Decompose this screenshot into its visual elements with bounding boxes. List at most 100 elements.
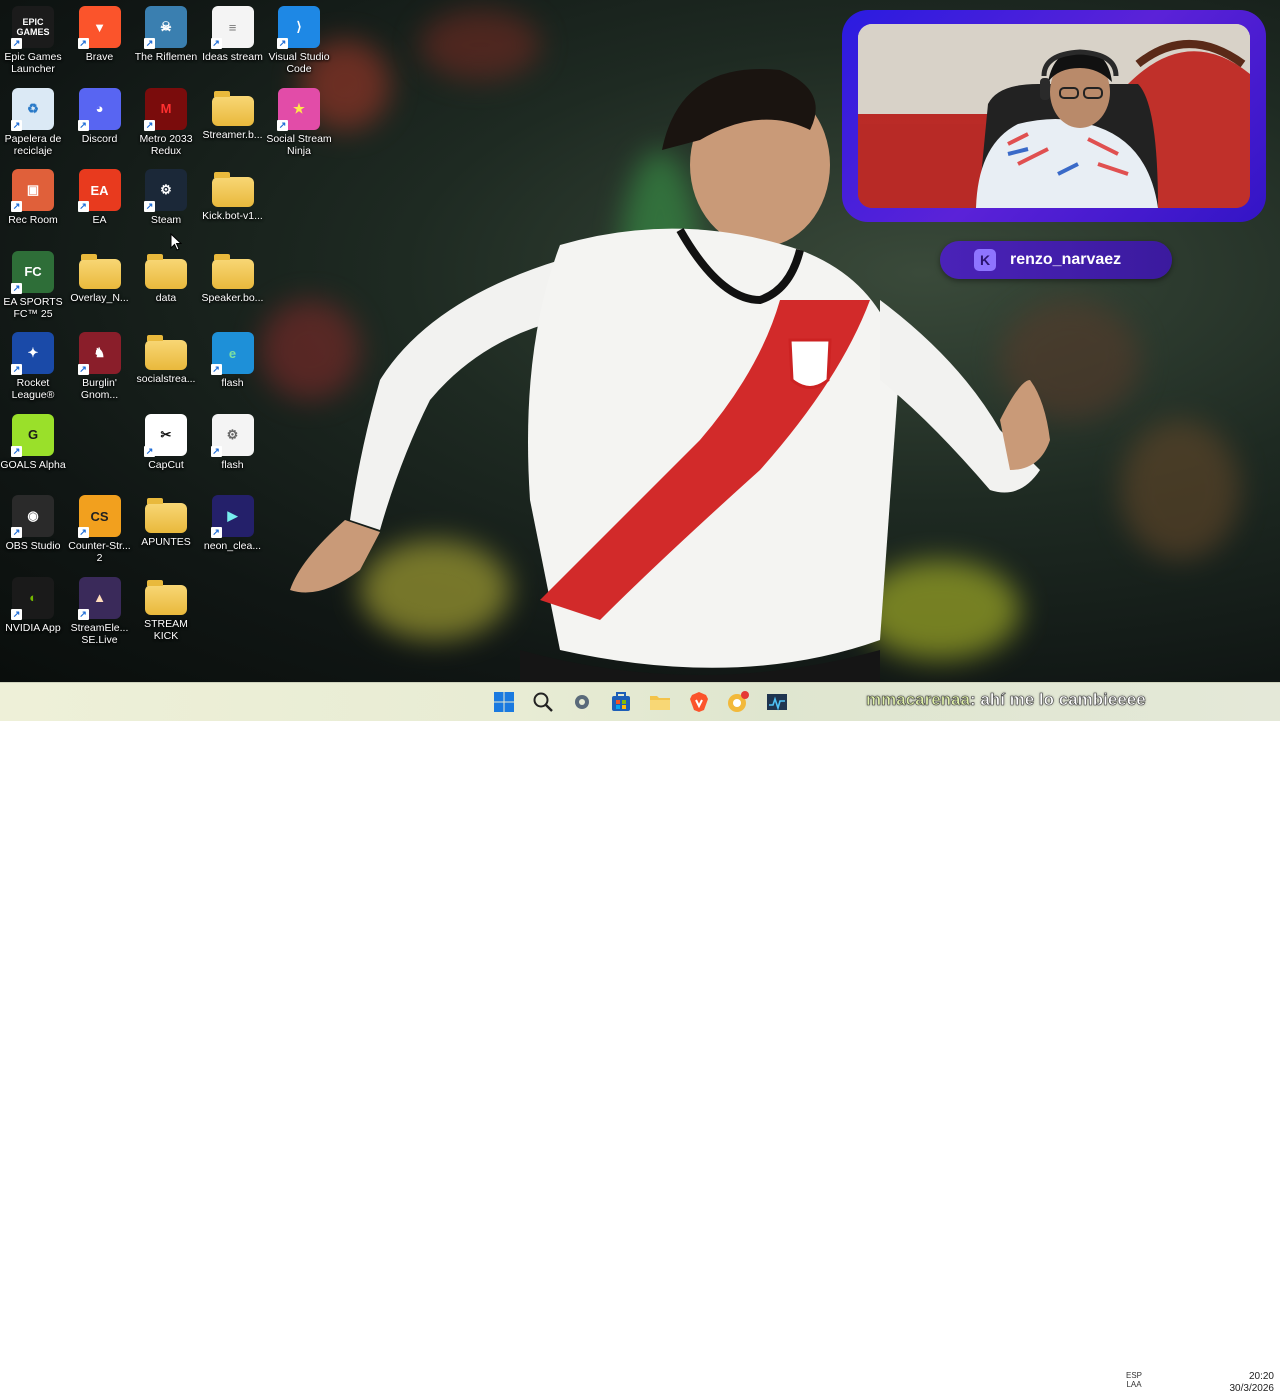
desktop-shortcut[interactable]: ✂ ↗ CapCut (133, 410, 199, 490)
shortcut-arrow-icon: ↗ (11, 527, 22, 538)
webcam-video (858, 24, 1250, 208)
kick-username-badge: K renzo_narvaez (940, 241, 1172, 279)
desktop-shortcut-label: Kick.bot-v1... (202, 210, 263, 222)
counter-strike-icon: CS ↗ (77, 495, 121, 538)
desktop-shortcut-label: Steam (150, 214, 182, 226)
shortcut-arrow-icon: ↗ (210, 38, 222, 49)
settings-icon[interactable] (570, 690, 594, 714)
webcam-frame (842, 10, 1266, 222)
ea-icon: EA ↗ (77, 169, 121, 212)
shortcut-arrow-icon: ↗ (210, 445, 222, 457)
desktop-shortcut[interactable]: ♞ ↗ Burglin' Gnom... (67, 328, 133, 408)
desktop-shortcut[interactable]: ⚙ ↗ Steam (133, 165, 199, 245)
shortcut-arrow-icon: ↗ (77, 364, 89, 375)
chrome-canary-icon[interactable] (726, 690, 750, 714)
desktop-shortcut[interactable]: CS ↗ Counter-Str... 2 (67, 491, 133, 571)
text-file-icon: ≡ ↗ (210, 6, 254, 49)
brave-icon: ▼ ↗ (77, 6, 121, 49)
shortcut-arrow-icon: ↗ (11, 608, 22, 620)
desktop-shortcut[interactable]: EA ↗ EA (67, 165, 133, 245)
desktop-shortcut[interactable]: Speaker.bo... (200, 247, 266, 327)
folder-icon (145, 253, 187, 289)
shortcut-arrow-icon: ↗ (210, 364, 222, 375)
shortcut-arrow-icon: ↗ (77, 608, 89, 620)
store-icon[interactable] (609, 690, 633, 714)
desktop-shortcut-label: Burglin' Gnom... (80, 377, 119, 401)
shortcut-arrow-icon: ↗ (11, 201, 22, 212)
desktop-shortcut[interactable]: M ↗ Metro 2033 Redux (133, 84, 199, 164)
desktop-shortcut[interactable]: ▶ ↗ neon_clea... (200, 491, 266, 571)
desktop-shortcut-label: Speaker.bo... (201, 291, 264, 304)
desktop-shortcut-label: Discord (81, 132, 118, 145)
desktop-shortcut-label: The Riflemen (134, 51, 198, 63)
desktop-shortcut-label: Visual Studio Code (268, 51, 330, 75)
desktop-shortcut[interactable]: ⚙ ↗ flash (200, 410, 266, 490)
desktop-shortcut-label: Overlay_N... (70, 291, 129, 304)
search-icon[interactable] (531, 690, 555, 714)
taskbar-clock[interactable]: 20:20 30/3/2026 (1208, 1371, 1275, 1395)
clock-time: 20:20 (1248, 1371, 1274, 1382)
ea-fc-icon: FC ↗ (11, 250, 54, 294)
desktop-shortcut-label: EA SPORTS FC™ 25 (3, 295, 63, 320)
desktop-shortcut[interactable]: ▣ ↗ Rec Room (0, 165, 66, 245)
language-indicator[interactable]: ESP LAA (1126, 1371, 1142, 1389)
desktop-shortcut[interactable]: APUNTES (133, 491, 199, 571)
metro-icon: M ↗ (144, 87, 187, 131)
discord-icon: ◕ ↗ (77, 87, 121, 131)
desktop-shortcut[interactable]: ◉ ↗ OBS Studio (0, 491, 66, 571)
desktop-shortcut[interactable]: Kick.bot-v1... (200, 165, 266, 245)
desktop-shortcut[interactable]: Streamer.b... (200, 84, 266, 164)
burglin-gnomes-icon: ♞ ↗ (77, 332, 121, 375)
desktop-shortcut[interactable]: socialstrea... (133, 328, 199, 408)
folder-icon (145, 498, 187, 533)
desktop-shortcut-label: socialstrea... (136, 373, 196, 385)
shortcut-arrow-icon: ↗ (77, 119, 89, 131)
desktop-shortcut-label: data (155, 291, 177, 304)
shortcut-arrow-icon: ↗ (144, 201, 155, 212)
shortcut-arrow-icon: ↗ (277, 119, 288, 131)
desktop-shortcut-label: flash (221, 377, 244, 389)
file-explorer-icon[interactable] (648, 690, 672, 714)
keyboard-layout: LAA (1126, 1380, 1142, 1389)
windows-start-icon[interactable] (492, 690, 516, 714)
task-manager-icon[interactable] (765, 690, 789, 714)
goals-icon: G ↗ (11, 413, 54, 457)
desktop-shortcut-label: Counter-Str... 2 (68, 540, 131, 564)
streamer-figure (858, 24, 1250, 208)
desktop-shortcut[interactable]: ◐ ↗ NVIDIA App (0, 573, 66, 653)
desktop-shortcut-label: Metro 2033 Redux (139, 132, 193, 157)
desktop-shortcut-label: Streamer.b... (202, 128, 263, 141)
desktop-shortcut[interactable]: ≡ ↗ Ideas stream (200, 2, 266, 82)
desktop-shortcut[interactable]: e ↗ flash (200, 328, 266, 408)
desktop-shortcut[interactable]: G ↗ GOALS Alpha (0, 410, 66, 490)
folder-icon (78, 253, 121, 289)
language-code: ESP (1126, 1371, 1143, 1380)
desktop-shortcut[interactable]: data (133, 247, 199, 327)
desktop-shortcut[interactable]: ◕ ↗ Discord (67, 84, 133, 164)
shortcut-arrow-icon: ↗ (11, 445, 22, 457)
video-file-icon: ▶ ↗ (210, 495, 254, 538)
desktop-shortcut[interactable]: ▲ ↗ StreamEle... SE.Live (67, 573, 133, 653)
brave-icon[interactable] (687, 690, 711, 714)
folder-icon (211, 172, 254, 207)
desktop-shortcut[interactable]: ⟩ ↗ Visual Studio Code (266, 2, 332, 82)
shortcut-arrow-icon: ↗ (144, 119, 155, 131)
folder-icon (145, 579, 187, 615)
kick-logo-icon: K (974, 249, 996, 271)
capcut-icon: ✂ ↗ (144, 413, 187, 457)
desktop-shortcut[interactable]: ★ ↗ Social Stream Ninja (266, 84, 332, 164)
desktop-shortcut[interactable]: ✦ ↗ Rocket League® (0, 328, 66, 408)
desktop-shortcut[interactable]: Overlay_N... (67, 247, 133, 327)
desktop-shortcut[interactable]: STREAM KICK (133, 573, 199, 653)
shortcut-arrow-icon: ↗ (144, 445, 155, 457)
desktop-shortcut[interactable]: ♻ ↗ Papelera de reciclaje (0, 84, 66, 164)
chat-message-overlay: mmacarenaa: ahí me lo cambieeee (866, 690, 1146, 710)
desktop-shortcut-label: Rec Room (8, 214, 58, 226)
epic-games-icon: EPIC GAMES ↗ (11, 6, 54, 49)
desktop-shortcut[interactable]: EPIC GAMES ↗ Epic Games Launcher (0, 2, 66, 82)
desktop-shortcut[interactable]: ☠ ↗ The Riflemen (133, 2, 199, 82)
desktop-shortcut-label: EA (92, 214, 107, 226)
desktop-shortcut[interactable]: FC ↗ EA SPORTS FC™ 25 (0, 247, 66, 327)
desktop-shortcut[interactable]: ▼ ↗ Brave (67, 2, 133, 82)
desktop-shortcut-label: StreamEle... SE.Live (70, 621, 129, 646)
